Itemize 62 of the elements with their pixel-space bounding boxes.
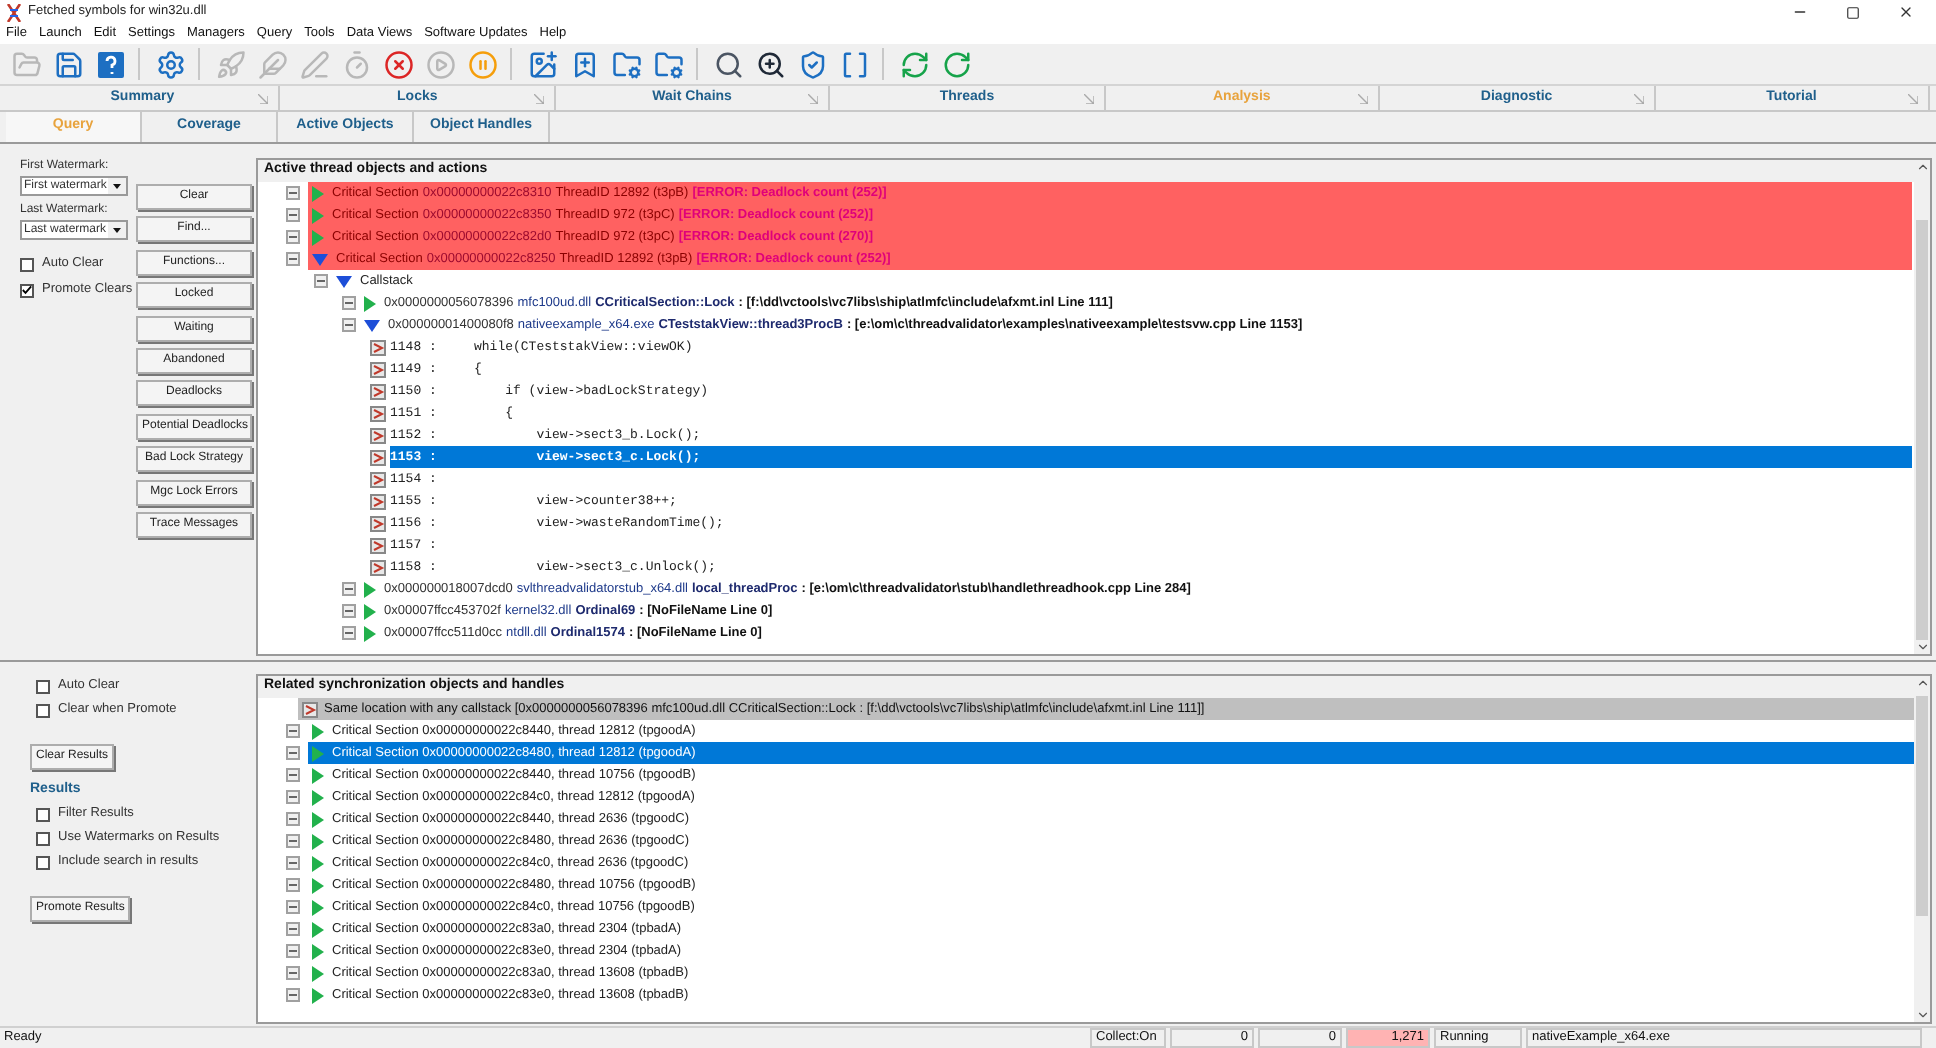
collapse-icon[interactable] [286, 988, 300, 1002]
scroll-down-icon[interactable] [1915, 640, 1929, 654]
scroll-up-icon[interactable] [1915, 160, 1929, 174]
collapse-icon[interactable] [314, 274, 328, 288]
close-icon[interactable] [1898, 4, 1914, 20]
checkbox[interactable] [20, 257, 34, 271]
scroll-up-icon[interactable] [1915, 676, 1929, 690]
collapse-icon[interactable] [286, 900, 300, 914]
maximize-icon[interactable] [1846, 5, 1860, 19]
source-line-icon [370, 559, 386, 575]
dropdown-arrow-icon[interactable] [108, 178, 126, 194]
checkbox[interactable] [36, 831, 50, 845]
checkbox[interactable] [36, 679, 50, 693]
source-line-icon [370, 515, 386, 531]
collapse-icon[interactable] [286, 768, 300, 782]
dropdown-arrow-icon[interactable] [108, 222, 126, 238]
checkbox[interactable] [36, 855, 50, 869]
checkbox[interactable] [20, 283, 34, 297]
source-line-icon [370, 427, 386, 443]
collapse-icon[interactable] [286, 878, 300, 892]
source-line-icon [370, 361, 386, 377]
stop-icon[interactable] [380, 46, 416, 82]
source-line-icon [370, 537, 386, 553]
collapse-icon[interactable] [342, 318, 356, 332]
play-arrow-icon[interactable] [364, 295, 376, 311]
collapse-icon[interactable] [286, 966, 300, 980]
play-arrow-icon[interactable] [364, 603, 376, 619]
collapse-icon[interactable] [286, 724, 300, 738]
scrollbar[interactable] [1914, 160, 1930, 654]
source-line-icon [370, 383, 386, 399]
play-arrow-icon[interactable] [364, 625, 376, 641]
collapse-icon[interactable] [342, 296, 356, 310]
source-line-icon [302, 701, 318, 717]
collapse-icon[interactable] [286, 208, 300, 222]
help-icon[interactable] [92, 46, 128, 82]
checkbox[interactable] [36, 703, 50, 717]
collapse-icon[interactable] [286, 834, 300, 848]
gear-icon[interactable] [152, 46, 188, 82]
collapse-icon[interactable] [286, 812, 300, 826]
collapse-icon[interactable] [286, 252, 300, 266]
play-arrow-icon[interactable] [364, 581, 376, 597]
collapse-icon[interactable] [286, 944, 300, 958]
source-line-icon [370, 471, 386, 487]
source-line-icon [370, 493, 386, 509]
collapse-icon[interactable] [286, 186, 300, 200]
collapse-icon[interactable] [342, 626, 356, 640]
source-line-icon [370, 405, 386, 421]
scroll-down-icon[interactable] [1915, 1008, 1929, 1022]
scrollbar[interactable] [1914, 676, 1930, 1022]
collapse-icon[interactable] [286, 922, 300, 936]
source-line-icon [370, 449, 386, 465]
collapse-icon[interactable] [286, 790, 300, 804]
source-line-icon [370, 339, 386, 355]
app-icon [6, 3, 22, 21]
expanded-arrow-icon[interactable] [364, 319, 380, 331]
collapse-icon[interactable] [342, 604, 356, 618]
collapse-icon[interactable] [286, 746, 300, 760]
collapse-icon[interactable] [286, 230, 300, 244]
collapse-icon[interactable] [286, 856, 300, 870]
collapse-icon[interactable] [342, 582, 356, 596]
checkbox[interactable] [36, 807, 50, 821]
expanded-arrow-icon[interactable] [336, 275, 352, 287]
